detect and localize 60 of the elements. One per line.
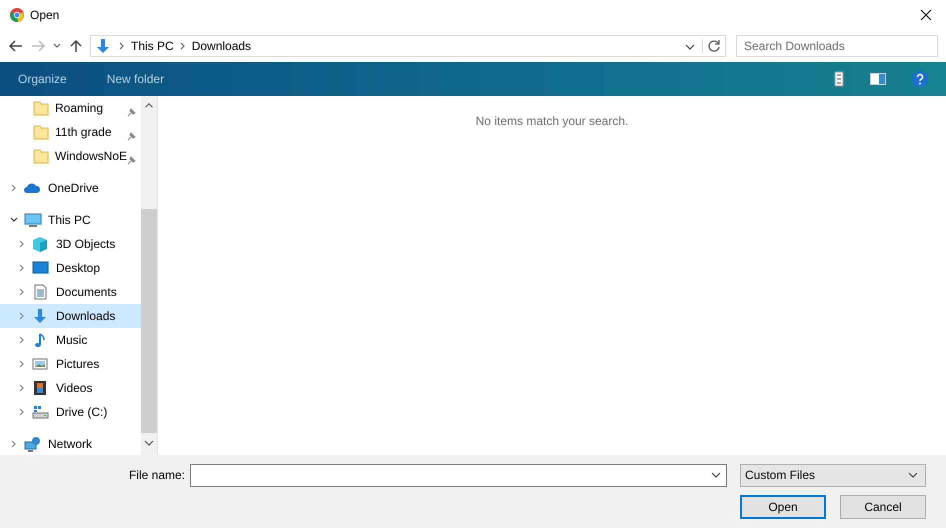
breadcrumb[interactable]: Downloads	[192, 37, 252, 55]
field-label: File name:	[128, 467, 185, 484]
refresh-icon[interactable]	[707, 39, 721, 53]
tree-item[interactable]: OneDrive	[0, 176, 141, 200]
tree-item[interactable]: Desktop	[0, 256, 141, 280]
view-options-icon[interactable]	[834, 71, 844, 87]
breadcrumb-separator-icon	[180, 42, 186, 50]
scroll-down-icon[interactable]	[144, 438, 154, 447]
pin-icon[interactable]	[126, 108, 136, 118]
address-bar[interactable]: This PC Downloads	[90, 35, 726, 57]
tree-item[interactable]: Videos	[0, 376, 141, 400]
pin-icon[interactable]	[126, 132, 136, 142]
dropdown-icon[interactable]	[710, 470, 722, 480]
picture-icon	[32, 356, 50, 372]
breadcrumb[interactable]: This PC	[131, 37, 174, 55]
close-icon	[920, 9, 932, 21]
tree-item[interactable]: Downloads	[0, 304, 141, 328]
open-button[interactable]: Open	[740, 495, 826, 519]
window-title: Open	[30, 7, 60, 24]
preview-pane-icon[interactable]	[870, 73, 886, 85]
tree-item[interactable]: Documents	[0, 280, 141, 304]
scroll-up-icon[interactable]	[144, 102, 154, 109]
cancel-button[interactable]: Cancel	[840, 495, 926, 519]
pin-icon[interactable]	[126, 156, 136, 166]
breadcrumb-separator-icon	[119, 42, 125, 50]
empty-message: No items match your search.	[476, 113, 628, 126]
folder-icon	[33, 148, 49, 164]
tree-item[interactable]: 11th grade	[0, 120, 141, 144]
folder-icon	[33, 100, 49, 116]
tree-item[interactable]: This PC	[0, 208, 141, 232]
forward-button[interactable]	[30, 38, 46, 54]
tree-item[interactable]: Roaming	[0, 96, 141, 120]
up-icon	[68, 38, 84, 54]
back-button[interactable]	[8, 38, 24, 54]
drive-icon	[32, 404, 50, 420]
tree-item[interactable]: Drive (C:)	[0, 400, 141, 424]
search-field[interactable]: Search Downloads	[736, 35, 938, 57]
help-icon[interactable]	[912, 71, 928, 87]
folder-icon	[33, 124, 49, 140]
tree-item[interactable]: Network	[0, 432, 141, 455]
toolbar-button[interactable]: New folder	[106, 70, 164, 88]
dropdown-icon	[907, 470, 919, 480]
computer-icon	[24, 212, 42, 228]
back-icon	[8, 38, 24, 54]
file-name-field[interactable]	[190, 464, 727, 486]
forward-icon	[30, 38, 46, 54]
app-logo-icon	[10, 8, 24, 22]
toolbar-button[interactable]: Organize	[18, 70, 67, 88]
dropdown-icon[interactable]	[684, 42, 696, 52]
tree-item[interactable]: WindowsNoE	[0, 144, 141, 168]
chevron-icon[interactable]	[10, 216, 18, 224]
tree-item[interactable]: Pictures	[0, 352, 141, 376]
tree-item[interactable]: 3D Objects	[0, 232, 141, 256]
network-icon	[24, 436, 42, 452]
tree-item[interactable]: Music	[0, 328, 141, 352]
file-type-dropdown[interactable]: Custom Files	[740, 464, 926, 486]
monitor-icon	[32, 260, 50, 276]
up-button[interactable]	[68, 38, 84, 54]
scrollbar[interactable]	[141, 96, 157, 455]
cube-icon	[32, 236, 50, 252]
